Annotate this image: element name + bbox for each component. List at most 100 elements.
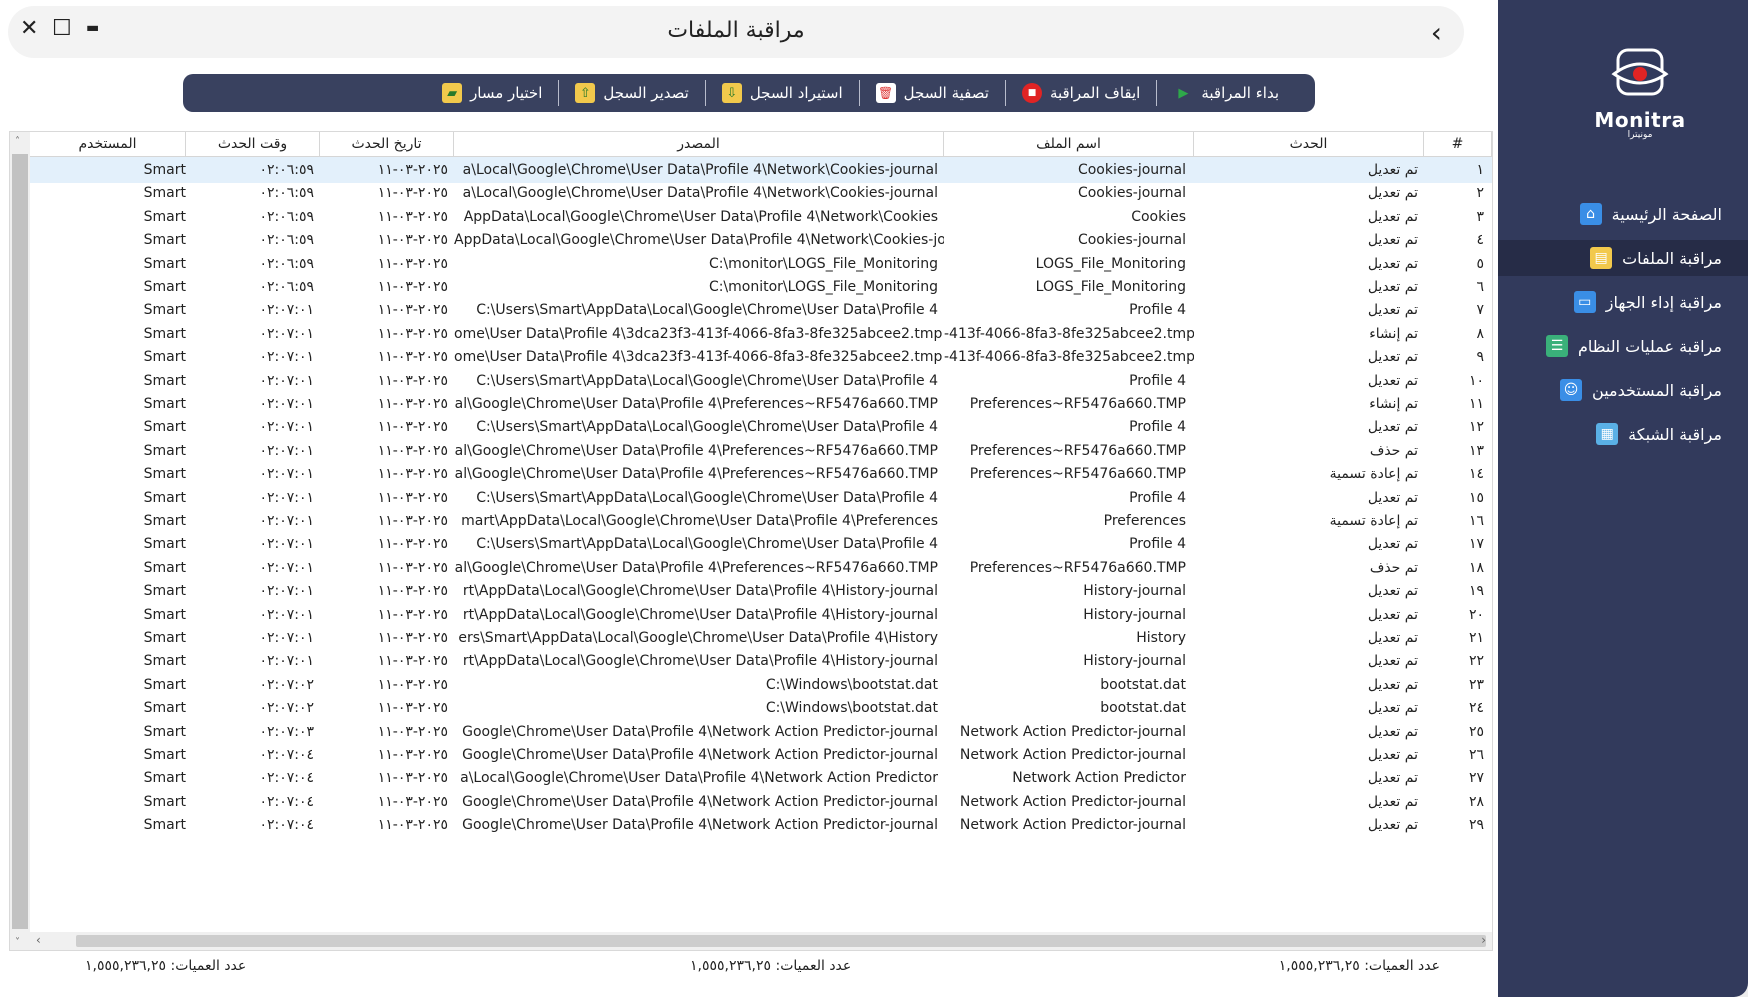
table-row[interactable]: ٢٢ تم تعديل History-journal rt\AppData\Loca…: [30, 648, 1492, 674]
table-row[interactable]: ٢١ تم تعديل History ers\Smart\AppData\Local…: [30, 625, 1492, 651]
table-row[interactable]: ١ تم تعديل Cookies-journal a\Local\Google\C…: [30, 157, 1492, 183]
header-col-filename[interactable]: اسم الملف: [944, 132, 1194, 156]
cell-number: ٢٣: [1468, 676, 1484, 693]
table-row[interactable]: ٦ تم تعديل LOGS_File_Monitoring C:\monitor\…: [30, 274, 1492, 300]
cell-source: al\Google\Chrome\User Data\Profile 4\Pre…: [454, 466, 938, 483]
cell-date: ٢٠٢٥-٠٣-١١: [377, 372, 448, 389]
header-col-user[interactable]: المستخدم: [30, 132, 186, 156]
cell-date: ٢٠٢٥-٠٣-١١: [377, 162, 448, 178]
sidebar-item-processes[interactable]: مراقبة عمليات النظام ☰: [1498, 328, 1748, 364]
cell-filename: Network Action Predictor-journal: [959, 817, 1186, 834]
sidebar-item-network[interactable]: مراقبة الشبكة ▦: [1498, 416, 1748, 452]
stop-icon: ■: [1021, 83, 1042, 103]
table-row[interactable]: ١٢ تم تعديل Profile 4 C:\Users\Smart\AppDat…: [30, 414, 1492, 440]
cell-source: al\Google\Chrome\User Data\Profile 4\Pre…: [454, 396, 938, 412]
table-row[interactable]: ٢٤ تم تعديل bootstat.dat C:\Windows\bootsta…: [30, 695, 1492, 721]
cell-source: al\Google\Chrome\User Data\Profile 4\Pre…: [454, 442, 938, 459]
toolbar-button-import[interactable]: استيراد السجل ⇩: [706, 80, 859, 106]
cell-user: Smart: [143, 255, 186, 272]
sidebar-item-label: مراقبة إداء الجهاز: [1605, 292, 1722, 312]
sidebar-item-files[interactable]: مراقبة الملفات ▤: [1498, 240, 1748, 276]
table-row[interactable]: ١٨ تم حذف Preferences~RF5476a660.TMP al\Goo…: [30, 555, 1492, 581]
table-row[interactable]: ٩ تم تعديل -413f-4066-8fa3-8fe325abcee2.tm…: [30, 344, 1492, 370]
cell-source: rt\AppData\Local\Google\Chrome\User Data…: [462, 583, 938, 600]
table-row[interactable]: ١٧ تم تعديل Profile 4 C:\Users\Smart\AppDat…: [30, 531, 1492, 557]
processes-icon: ☰: [1546, 335, 1569, 357]
back-icon[interactable]: ‹: [1431, 16, 1442, 49]
table-row[interactable]: ٢ تم تعديل Cookies-journal a\Local\Google\C…: [30, 180, 1492, 206]
table-row[interactable]: ١٩ تم تعديل History-journal rt\AppData\Loca…: [30, 578, 1492, 604]
cell-date: ٢٠٢٥-٠٣-١١: [377, 723, 448, 740]
cell-number: ١٣: [1468, 442, 1484, 459]
table-row[interactable]: ١١ تم إنشاء Preferences~RF5476a660.TMP al\G…: [30, 391, 1492, 417]
cell-filename: Cookies-journal: [1077, 185, 1186, 202]
cell-user: Smart: [143, 442, 186, 459]
table-row[interactable]: ١٦ تم إعادة تسمية Preferences mart\AppData\…: [30, 508, 1492, 534]
cell-time: ٠٢:٠٧:٠١: [259, 489, 314, 506]
toolbar-separator: [858, 80, 860, 106]
vertical-scroll-thumb[interactable]: [12, 154, 28, 929]
cell-date: ٢٠٢٥-٠٣-١١: [377, 513, 448, 529]
cell-number: ٢٠: [1468, 606, 1484, 623]
toolbar-button-label: تصفية السجل: [903, 84, 989, 102]
table-row[interactable]: ٢٠ تم تعديل History-journal rt\AppData\Loca…: [30, 602, 1492, 628]
table-row[interactable]: ١٣ تم حذف Preferences~RF5476a660.TMP al\Goo…: [30, 438, 1492, 464]
toolbar-button-trash[interactable]: تصفية السجل 🗑: [860, 80, 1005, 106]
header-col-event[interactable]: الحدث: [1194, 132, 1424, 156]
cell-time: ٠٢:٠٧:٠١: [259, 396, 314, 412]
toolbar-button-stop[interactable]: ايقاف المراقبة ■: [1006, 80, 1156, 106]
header-col-source[interactable]: المصدر: [454, 132, 944, 156]
cell-user: Smart: [143, 513, 186, 529]
table-row[interactable]: ١٤ تم إعادة تسمية Preferences~RF5476a660.T…: [30, 461, 1492, 487]
cell-filename: Profile 4: [1129, 489, 1186, 506]
table-row[interactable]: ٢٧ تم تعديل Network Action Predictor a\Loca…: [30, 765, 1492, 791]
table-row[interactable]: ٥ تم تعديل LOGS_File_Monitoring C:\monitor\…: [30, 251, 1492, 277]
monitor-icon: ▭: [1573, 291, 1596, 313]
sidebar-item-label: مراقبة الشبكة: [1628, 424, 1722, 444]
toolbar-button-play[interactable]: بداء المراقبة ▶: [1157, 80, 1295, 106]
sidebar-item-home[interactable]: الصفحة الرئيسية ⌂: [1498, 196, 1748, 232]
cell-source: ers\Smart\AppData\Local\Google\Chrome\Us…: [458, 630, 938, 646]
sidebar-item-users[interactable]: مراقبة المستخدمين ☺: [1498, 372, 1748, 408]
horizontal-scroll-thumb[interactable]: [76, 935, 1486, 947]
table-row[interactable]: ١٥ تم تعديل Profile 4 C:\Users\Smart\AppDat…: [30, 485, 1492, 511]
table-row[interactable]: ٨ تم إنشاء -413f-4066-8fa3-8fe325abcee2.tm…: [30, 321, 1492, 347]
cell-source: C:\monitor\LOGS_File_Monitoring: [708, 255, 938, 272]
vertical-scrollbar[interactable]: ˄ ˅: [10, 132, 30, 950]
cell-user: Smart: [143, 793, 186, 810]
cell-date: ٢٠٢٥-٠٣-١١: [377, 232, 448, 249]
scroll-down-icon[interactable]: ˅: [15, 937, 20, 948]
scroll-right-icon[interactable]: ›: [1481, 933, 1486, 947]
export-icon: ⇧: [575, 83, 596, 103]
cell-date: ٢٠٢٥-٠٣-١١: [377, 489, 448, 506]
header-col-number[interactable]: #: [1424, 132, 1492, 156]
cell-number: ٢٦: [1468, 747, 1484, 763]
cell-filename: History: [1136, 630, 1186, 646]
toolbar-button-export[interactable]: تصدير السجل ⇧: [559, 80, 704, 106]
table-row[interactable]: ٣ تم تعديل Cookies AppData\Local\Google\Chr…: [30, 204, 1492, 230]
table-row[interactable]: ٢٩ تم تعديل Network Action Predictor-journ…: [30, 812, 1492, 838]
table-row[interactable]: ٢٨ تم تعديل Network Action Predictor-journ…: [30, 789, 1492, 815]
table-row[interactable]: ١٠ تم تعديل Profile 4 C:\Users\Smart\AppDat…: [30, 368, 1492, 394]
cell-user: Smart: [143, 583, 186, 600]
table-row[interactable]: ٧ تم تعديل Profile 4 C:\Users\Smart\AppData…: [30, 297, 1492, 323]
header-col-time[interactable]: وقت الحدث: [186, 132, 320, 156]
table-row[interactable]: ٢٣ تم تعديل bootstat.dat C:\Windows\bootsta…: [30, 672, 1492, 698]
cell-user: Smart: [143, 630, 186, 646]
cell-filename: Preferences: [1103, 513, 1186, 529]
status-count-center: عدد العميات: ١,٥٥٥,٢٣٦,٢٥: [690, 958, 852, 974]
scroll-left-icon[interactable]: ‹: [36, 933, 41, 947]
cell-user: Smart: [143, 723, 186, 740]
table-row[interactable]: ٢٦ تم تعديل Network Action Predictor-journ…: [30, 742, 1492, 768]
cell-time: ٠٢:٠٧:٠٣: [259, 723, 314, 740]
table-row[interactable]: ٤ تم تعديل Cookies-journal AppData\Local\Go…: [30, 227, 1492, 253]
cell-source: Google\Chrome\User Data\Profile 4\Networ…: [462, 723, 938, 740]
sidebar-item-monitor[interactable]: مراقبة إداء الجهاز ▭: [1498, 284, 1748, 320]
horizontal-scrollbar[interactable]: ‹ ›: [30, 932, 1492, 950]
table-body: ١ تم تعديل Cookies-journal a\Local\Google\C…: [30, 157, 1492, 932]
scroll-up-icon[interactable]: ˄: [15, 136, 20, 147]
cell-filename: Preferences~RF5476a660.TMP: [969, 559, 1186, 576]
table-row[interactable]: ٢٥ تم تعديل Network Action Predictor-journ…: [30, 719, 1492, 745]
toolbar-button-folder[interactable]: اختيار مسار ▰: [426, 80, 558, 106]
header-col-date[interactable]: تاريخ الحدث: [320, 132, 454, 156]
